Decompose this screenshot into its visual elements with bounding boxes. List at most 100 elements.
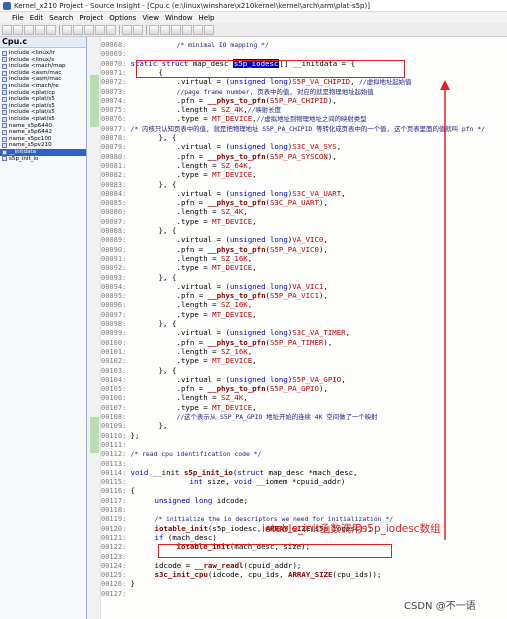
symbol-list-item[interactable]: __initdata [0, 148, 86, 156]
toolbar-separator [119, 24, 120, 35]
replace-icon[interactable] [133, 24, 143, 35]
symbol-list-item[interactable]: include <asm/mac [0, 70, 86, 77]
symbol-label: include <asm/mac [9, 76, 62, 83]
line-number-separator: : [122, 459, 131, 468]
symbol-list-item[interactable]: include <mach/map [0, 63, 86, 70]
toolbar-separator [59, 24, 60, 35]
code-text: .type = MT_DEVICE, [176, 263, 257, 273]
forward-icon[interactable] [160, 24, 170, 35]
code-line[interactable]: 00127: [101, 589, 177, 599]
jump-icon[interactable] [193, 24, 203, 35]
symbol-list-item[interactable]: include <asm/mac [0, 76, 86, 83]
menu-help[interactable]: Help [199, 14, 215, 22]
line-number-separator: : [122, 543, 131, 552]
save-all-icon[interactable] [35, 24, 45, 35]
bookmark-icon[interactable] [204, 24, 214, 35]
symbol-list-item[interactable]: include <linux/ir [0, 50, 86, 57]
find-icon[interactable] [122, 24, 132, 35]
browse-icon[interactable] [171, 24, 181, 35]
line-number-separator: : [122, 338, 131, 347]
back-icon[interactable] [149, 24, 159, 35]
line-number-separator: : [122, 487, 131, 496]
line-number-separator: : [122, 506, 131, 514]
menu-view[interactable]: View [142, 14, 159, 22]
symbol-list-item[interactable]: name_s5pv210 [0, 142, 86, 149]
code-line[interactable]: 00125: s3c_init_cpu(idcode, cpu_ids, ARR… [101, 570, 381, 580]
line-number: 00112 [101, 450, 123, 459]
symbol-list-item[interactable]: include <plat/cp [0, 90, 86, 97]
undo-icon[interactable] [62, 24, 72, 35]
line-number: 00124 [101, 561, 123, 570]
line-number-separator: : [122, 403, 131, 412]
symbol-label: name_s5p6440 [9, 122, 52, 129]
symbol-list-item[interactable]: name_s5p6440 [0, 123, 86, 130]
symbol-label: include <plat/s5 [9, 115, 55, 122]
line-number-separator: : [122, 301, 131, 310]
line-number-separator: : [122, 385, 131, 394]
line-number-separator: : [122, 468, 131, 477]
line-number-separator: : [122, 580, 131, 589]
copy-icon[interactable] [95, 24, 105, 35]
symbol-list-item[interactable]: include <plat/s5 [0, 109, 86, 116]
menu-project[interactable]: Project [79, 14, 103, 22]
line-number: 00110 [101, 431, 123, 440]
annotation-arrow [440, 80, 450, 540]
line-number-separator: : [122, 227, 131, 235]
annotation-text: iotable_init函数调用s5p_iodesc数组 [262, 523, 441, 535]
symbol-list-item[interactable]: include <plat/s5 [0, 103, 86, 110]
line-number-separator: : [122, 208, 131, 217]
menu-edit[interactable]: Edit [30, 14, 44, 22]
symbol-list-item[interactable]: include <plat/s5 [0, 96, 86, 103]
modified-lines-marker [90, 75, 99, 127]
symbol-icon[interactable] [182, 24, 192, 35]
menu-window[interactable]: Window [165, 14, 193, 22]
symbol-list-item[interactable]: name_s5pc100 [0, 136, 86, 143]
line-number-separator: : [122, 347, 131, 356]
save-icon[interactable] [24, 24, 34, 35]
cut-icon[interactable] [84, 24, 94, 35]
line-number-separator: : [122, 171, 131, 180]
open-folder-icon[interactable] [13, 24, 23, 35]
redo-icon[interactable] [73, 24, 83, 35]
line-number: 00115 [101, 478, 123, 487]
symbol-list-item[interactable]: name_s5p6442 [0, 129, 86, 136]
line-number: 00069 [101, 50, 123, 59]
line-number: 00091 [101, 254, 123, 263]
symbol-label: include <asm/mac [9, 69, 62, 76]
line-number: 00081 [101, 161, 123, 170]
line-number-separator: : [122, 180, 131, 189]
line-number-separator: : [122, 245, 131, 254]
line-number: 00075 [101, 106, 123, 115]
line-number: 00076 [101, 115, 123, 124]
line-number-separator: : [122, 431, 131, 440]
paste-icon[interactable] [106, 24, 116, 35]
title-bar: Kernel_x210 Project - Source Insight - [… [0, 0, 507, 12]
code-text: /* 内核只认知页表中的值, 就是把物理地址 S5P_PA_CHIPID 等转化… [130, 124, 485, 133]
line-number: 00080 [101, 152, 123, 161]
line-number-separator: : [122, 50, 131, 59]
line-number: 00068 [101, 41, 123, 49]
menu-options[interactable]: Options [109, 14, 136, 22]
code-text: }, [158, 421, 168, 431]
symbol-label: name_s5pc100 [9, 135, 52, 142]
line-number: 00098 [101, 320, 123, 328]
line-number-separator: : [122, 217, 131, 226]
print-icon[interactable] [46, 24, 56, 35]
new-file-icon[interactable] [2, 24, 12, 35]
symbol-list-item[interactable]: include <plat/s5 [0, 116, 86, 123]
menu-file[interactable]: File [12, 14, 24, 22]
line-number: 00126 [101, 580, 123, 589]
line-number-separator: : [122, 143, 131, 152]
line-number: 00077 [101, 124, 123, 133]
code-line[interactable]: 00115: int size, void __iomem *cpuid_add… [101, 477, 345, 487]
editor-gutter [87, 37, 101, 619]
symbol-list-item[interactable]: include <linux/s [0, 57, 86, 64]
symbol-list-item[interactable]: include <mach/re [0, 83, 86, 90]
menu-search[interactable]: Search [49, 14, 73, 22]
symbol-label: name_s5pv210 [9, 142, 52, 149]
line-number: 00121 [101, 533, 123, 542]
symbol-type-icon [2, 50, 7, 56]
symbol-list-item[interactable]: s5p_init_io [0, 156, 86, 163]
code-text: int size, void __iomem *cpuid_addr) [189, 477, 346, 487]
symbol-label: name_s5p6442 [9, 129, 52, 136]
